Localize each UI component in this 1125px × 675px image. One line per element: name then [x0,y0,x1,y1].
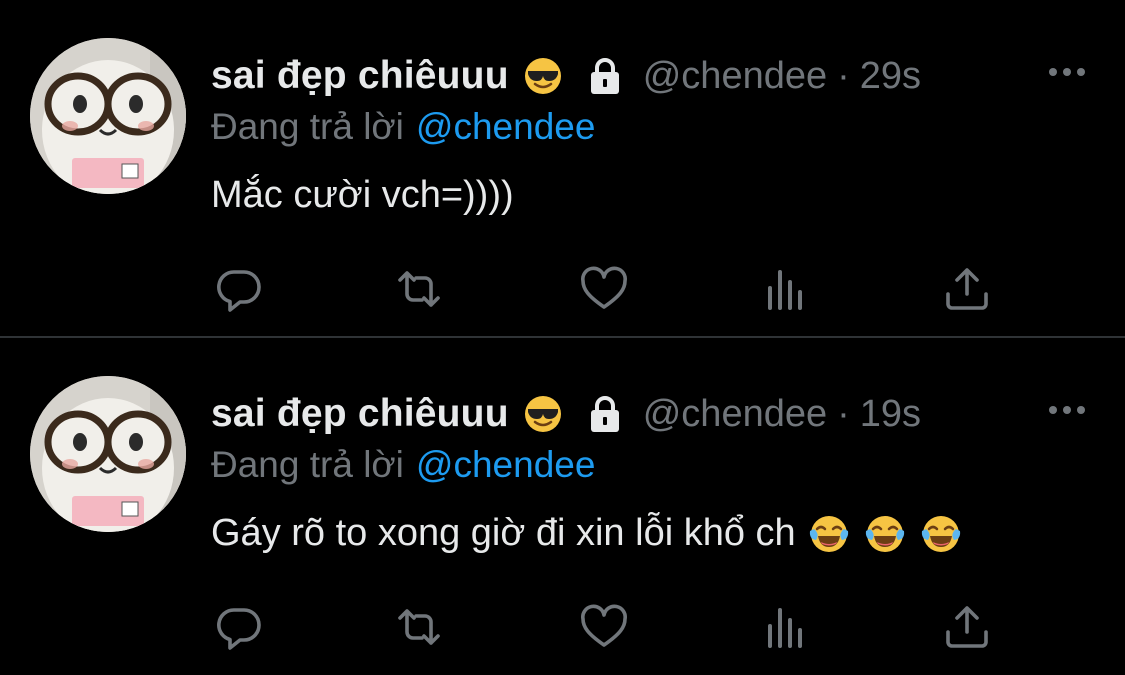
separator: · [837,392,850,435]
replying-to: Đang trả lời @chendee [211,106,595,148]
display-name[interactable]: sai đẹp chiêuuu [211,54,509,98]
timestamp[interactable]: 29s [860,55,921,98]
replying-to: Đang trả lời @chendee [211,444,595,486]
lock-icon [583,392,627,436]
retweet-icon[interactable] [392,262,446,316]
more-options-icon[interactable] [1047,62,1087,82]
reply-handle-link[interactable]: @chendee [416,444,596,485]
reply-icon[interactable] [212,600,266,654]
tweet[interactable]: sai đẹp chiêuuu @chendee · 19s Đang trả … [0,338,1125,675]
views-icon[interactable] [760,262,814,316]
like-icon[interactable] [577,600,631,654]
lock-icon [583,54,627,98]
reply-handle-link[interactable]: @chendee [416,106,596,147]
reply-icon[interactable] [212,262,266,316]
like-icon[interactable] [577,262,631,316]
smiling-face-with-sunglasses-icon [523,394,563,434]
tweet-text-content: Mắc cười vch=)))) [211,174,514,216]
tweet[interactable]: sai đẹp chiêuuu @chendee · 29s Đang trả … [0,0,1125,337]
retweet-icon[interactable] [392,600,446,654]
share-icon[interactable] [940,262,994,316]
smiling-face-with-sunglasses-icon [523,56,563,96]
display-name[interactable]: sai đẹp chiêuuu [211,392,509,436]
tweet-text: Mắc cười vch=)))) [211,174,514,217]
tweet-text: Gáy rõ to xong giờ đi xin lỗi khổ ch [211,512,962,555]
avatar[interactable] [30,376,186,532]
face-with-tears-of-joy-icon [920,513,962,555]
action-bar [0,600,1125,654]
reply-prefix: Đang trả lời [211,106,404,147]
reply-prefix: Đang trả lời [211,444,404,485]
separator: · [837,54,850,97]
share-icon[interactable] [940,600,994,654]
timestamp[interactable]: 19s [860,393,921,436]
face-with-tears-of-joy-icon [808,513,850,555]
handle[interactable]: @chendee [643,393,827,436]
action-bar [0,262,1125,316]
more-options-icon[interactable] [1047,400,1087,420]
tweet-text-content: Gáy rõ to xong giờ đi xin lỗi khổ ch [211,512,796,554]
views-icon[interactable] [760,600,814,654]
face-with-tears-of-joy-icon [864,513,906,555]
handle[interactable]: @chendee [643,55,827,98]
avatar[interactable] [30,38,186,194]
